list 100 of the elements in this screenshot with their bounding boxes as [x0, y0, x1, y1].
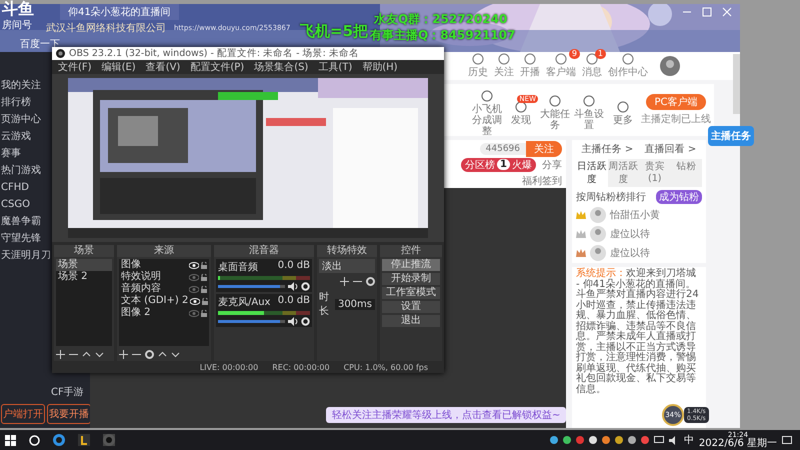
control-button[interactable]: 工作室模式 [382, 287, 440, 299]
rank-tab[interactable]: 钻粉 [670, 159, 702, 187]
dock-title: 来源 [117, 245, 211, 257]
settings-icon[interactable] [301, 317, 310, 326]
sidebar-item[interactable]: CF手游 [51, 387, 84, 398]
input-method-indicator[interactable]: 中 [684, 433, 694, 447]
add-icon[interactable] [119, 350, 128, 359]
control-button[interactable]: 退出 [382, 315, 440, 327]
lock-icon[interactable] [202, 298, 208, 304]
nav-label: 历史 [468, 66, 488, 79]
duration-field[interactable]: 300ms [334, 298, 375, 310]
ranking-heading: 按周钻粉榜排行 [576, 190, 646, 204]
sidebar-button[interactable]: 户端打开 [1, 404, 45, 424]
start-icon[interactable] [5, 434, 16, 446]
monitor-icon[interactable] [654, 436, 664, 444]
sidebar-item[interactable]: CFHD [1, 182, 29, 194]
notification-icon[interactable] [782, 436, 792, 444]
rank-tab[interactable]: 周活跃度 [608, 159, 639, 187]
control-button[interactable]: 设置 [382, 301, 440, 313]
source-item[interactable]: 图像 2 [121, 307, 187, 319]
share-link[interactable]: 分享 [542, 158, 562, 172]
recorder-icon[interactable] [103, 434, 115, 446]
settings-icon[interactable] [301, 282, 310, 291]
lock-icon[interactable] [201, 274, 207, 280]
scene-item[interactable]: 场景 2 [56, 271, 112, 283]
category-button[interactable]: 小飞机分成调整 [470, 84, 504, 136]
menu-item[interactable]: 文件(F) [58, 60, 92, 74]
rank-tab[interactable]: 贵宾(1) [639, 159, 670, 187]
clock-date[interactable]: 2022/6/6 星期一 [698, 439, 777, 449]
fan-name: 虚位以待 [610, 228, 650, 241]
card-link[interactable]: 主播任务 > [582, 142, 634, 156]
source-item[interactable]: 文本 (GDI+) 2 [121, 295, 188, 307]
add-icon[interactable] [56, 350, 65, 359]
status-text: LIVE: 00:00:00 [200, 362, 258, 372]
source-item[interactable]: 图像 [121, 259, 187, 271]
header-button[interactable]: 开播 [520, 53, 540, 79]
sidebar-item[interactable]: 云游戏 [1, 131, 31, 143]
header-button[interactable]: 关注 [494, 53, 514, 79]
sidebar-item[interactable]: 排行榜 [1, 97, 31, 109]
sidebar-item[interactable]: 页游中心 [1, 114, 41, 126]
volume-slider[interactable] [218, 285, 285, 288]
duration-label: 时长 [319, 290, 330, 318]
dock-title: 控件 [380, 245, 442, 257]
menu-item[interactable]: 工具(T) [318, 60, 352, 74]
sidebar-item[interactable]: 守望先锋 [1, 233, 41, 245]
letter-l-icon[interactable] [78, 434, 90, 446]
maximize-icon[interactable] [702, 7, 712, 17]
lock-icon[interactable] [201, 286, 207, 292]
category-button[interactable]: 斗鱼设置 [572, 89, 606, 131]
settings-icon[interactable] [366, 277, 375, 286]
category-label: 大能任务 [539, 109, 571, 131]
category-button[interactable]: 大能任务 [538, 89, 572, 131]
browser-tab[interactable]: 仰41朵小葱花的直播间 [60, 4, 179, 20]
menu-item[interactable]: 场景集合(S) [254, 60, 308, 74]
sidebar-item[interactable]: 魔兽争霸 [1, 216, 41, 228]
category-button[interactable]: 更多 [606, 94, 640, 126]
search-icon[interactable] [29, 434, 40, 446]
checkin-link[interactable]: 福利签到 [522, 174, 562, 188]
dock-title: 转场特效 [317, 245, 377, 257]
add-icon[interactable] [340, 277, 349, 286]
speaker-icon[interactable] [288, 317, 298, 326]
sidebar-item[interactable]: CSGO [1, 199, 30, 211]
rank-tab[interactable]: 日活跃度 [576, 159, 608, 187]
menu-item[interactable]: 帮助(H) [362, 60, 398, 74]
browser-icon[interactable] [53, 434, 65, 446]
speaker-icon[interactable] [288, 282, 298, 291]
rank-badge[interactable]: 分区榜 1 火爆 [461, 158, 536, 172]
sidebar-item[interactable]: 赛事 [1, 148, 21, 160]
lock-icon[interactable] [201, 262, 207, 268]
header-button[interactable]: 创作中心 [608, 53, 648, 79]
transition-select[interactable]: 淡出 [319, 259, 375, 273]
settings-icon[interactable] [145, 350, 154, 359]
card-link[interactable]: 直播回看 > [644, 142, 696, 156]
control-button[interactable]: 开始录制 [382, 273, 440, 285]
close-icon[interactable] [722, 7, 732, 17]
category-label: 发现 [511, 114, 531, 126]
move-up-icon[interactable] [158, 350, 167, 359]
scene-item[interactable]: 场景 [56, 259, 112, 271]
rank-label: 火爆 [512, 158, 532, 172]
sidebar-item[interactable]: 天涯明月刀 [1, 250, 51, 262]
volume-slider[interactable] [218, 320, 285, 323]
sidebar-item[interactable]: 热门游戏 [1, 165, 41, 177]
status-text: REC: 00:00:00 [272, 362, 330, 372]
move-down-icon[interactable] [171, 350, 180, 359]
source-item[interactable]: 特效说明 [121, 271, 187, 283]
obs-logo-icon [56, 49, 65, 58]
scrollbar [733, 54, 740, 114]
menu-item[interactable]: 查看(V) [146, 60, 180, 74]
category-icon [548, 95, 562, 107]
menu-item[interactable]: 编辑(E) [102, 60, 136, 74]
source-item[interactable]: 音频内容 [121, 283, 187, 295]
sidebar-item[interactable]: 我的关注 [1, 80, 41, 92]
move-up-icon[interactable] [82, 350, 91, 359]
join-button[interactable]: 成为钻粉 [656, 190, 702, 204]
control-button[interactable]: 停止推流 [382, 259, 440, 271]
lock-icon[interactable] [201, 310, 207, 316]
notice-toast[interactable]: 轻松关注主播荣耀等级上线，点击查看已解锁权益~ [326, 407, 566, 423]
menu-item[interactable]: 配置文件(P) [190, 60, 244, 74]
header-button[interactable]: 历史 [468, 53, 488, 79]
move-down-icon[interactable] [95, 350, 104, 359]
